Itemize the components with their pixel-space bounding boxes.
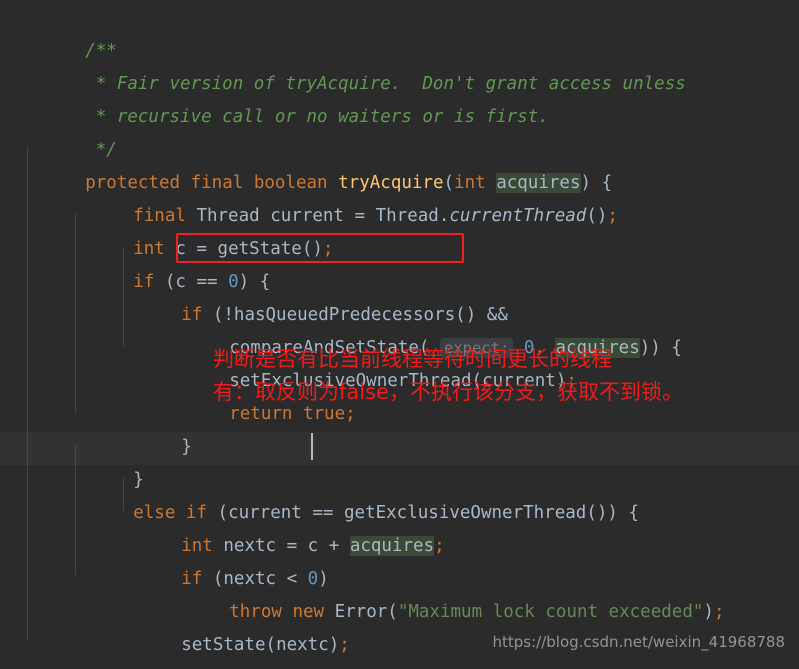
code-lines[interactable]: /** * Fair version of tryAcquire. Don't … [0,0,724,669]
code-line-10[interactable]: compareAndSetState( expect: 0, acquires)… [0,299,682,358]
parens-close-brace: )) { [639,338,682,358]
dot: . [438,206,450,226]
code-line-5-method-signature[interactable]: protected final boolean tryAcquire(int a… [0,134,612,193]
paren-close: ) [703,602,714,622]
semicolon: ; [339,635,350,655]
code-line-14[interactable]: } [0,431,144,490]
code-line-6[interactable]: final Thread current = Thread.currentThr… [0,167,618,226]
paren-close: ) [328,635,340,655]
comment-body-line2: * recursive call or no waiters or is fir… [85,107,549,127]
semicolon: ; [322,239,334,259]
semicolon: ; [713,602,725,622]
code-line-13[interactable]: } [0,398,192,457]
text-caret [311,433,313,460]
semicolon: ; [434,536,445,556]
code-line-20[interactable]: return true; [0,629,307,669]
parens: () [586,206,608,226]
code-line-2[interactable]: * Fair version of tryAcquire. Don't gran… [0,35,686,94]
code-line-17[interactable]: if (nextc < 0) [0,530,329,589]
annotation-note-line-2: 有：取反则为false，不执行该分支，获取不到锁。 [213,380,683,404]
parens-close-brace: ()) { [586,503,640,523]
type-Thread-ref: Thread [375,206,439,226]
semicolon: ; [607,206,618,226]
assign-op: = [343,206,376,226]
var-acquires-highlight[interactable]: acquires [349,536,435,556]
code-line-16[interactable]: int nextc = c + acquires; [0,497,445,556]
call-currentThread[interactable]: currentThread [449,206,586,226]
brace-close: } [181,437,192,457]
code-line-1[interactable]: /** [0,2,117,61]
code-line-3[interactable]: * recursive call or no waiters or is fir… [0,68,549,127]
code-line-4[interactable]: */ [0,101,117,160]
code-line-18[interactable]: throw new Error("Maximum lock count exce… [0,563,724,622]
annotation-note-line-1: 判断是否有比当前线程等待时间更长的线程 [213,347,612,371]
code-line-21[interactable]: } [0,662,144,669]
code-line-19[interactable]: setState(nextc); [0,596,350,655]
code-line-8[interactable]: if (c == 0) { [0,233,270,292]
code-line-7[interactable]: int c = getState(); [0,200,333,259]
parens: () [301,239,323,259]
watermark-url: https://blog.csdn.net/weixin_41968788 [492,633,785,651]
code-editor-screenshot: /** * Fair version of tryAcquire. Don't … [0,0,799,669]
string-error-message: "Maximum lock count exceeded" [397,602,704,622]
paren-open: ( [387,602,398,622]
code-line-15[interactable]: else if (current == getExclusiveOwnerThr… [0,464,639,523]
code-line-9[interactable]: if (!hasQueuedPredecessors() && [0,266,508,325]
